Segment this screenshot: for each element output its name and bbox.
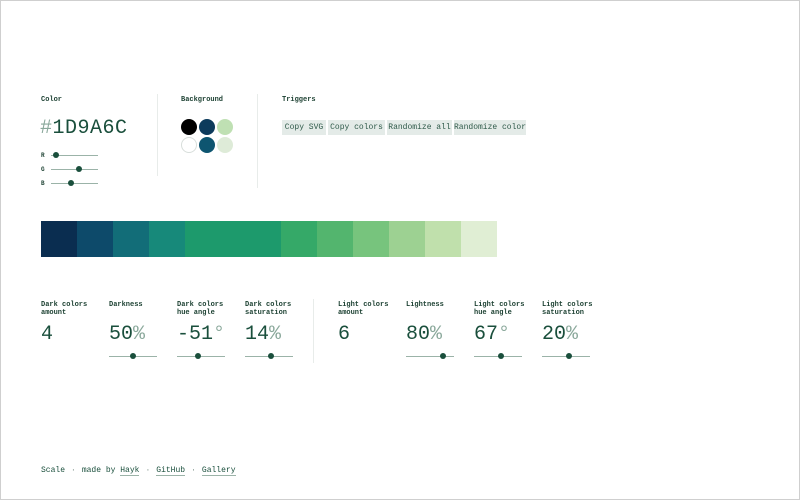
footer-separator: · (191, 466, 196, 475)
scale-swatch (149, 221, 185, 257)
scale-swatch (77, 221, 113, 257)
footer-separator: · (145, 466, 151, 475)
dark-saturation-number: 14 (245, 323, 270, 346)
r-slider-knob[interactable] (52, 152, 59, 158)
light-hue-unit: ° (498, 323, 511, 346)
light-amount-label: Light colors amount (338, 301, 389, 317)
light-saturation-slider-knob[interactable] (566, 353, 573, 359)
bg-swatch-teal[interactable] (199, 137, 215, 153)
b-label: B (41, 180, 45, 187)
light-saturation-label: Light colors saturation (542, 301, 593, 317)
copy-svg-button[interactable]: Copy SVG (282, 120, 326, 135)
footer-app-name: Scale (41, 466, 66, 475)
triggers-label: Triggers (282, 96, 316, 104)
light-hue-number: 67 (474, 323, 499, 346)
footer: Scale · made by Hayk · GitHub · Gallery (41, 466, 236, 476)
darkness-number: 50 (109, 323, 134, 346)
scale-swatch (281, 221, 317, 257)
scale-swatch (41, 221, 77, 257)
divider (313, 299, 314, 363)
dark-saturation-slider[interactable] (245, 353, 293, 359)
author-link[interactable]: Hayk (120, 466, 140, 476)
dark-amount-value[interactable]: 4 (41, 323, 53, 346)
dark-amount-label: Dark colors amount (41, 301, 88, 317)
bg-swatch-black[interactable] (181, 119, 197, 135)
footer-made-by: made by (81, 466, 116, 475)
scale-swatch-base (233, 221, 281, 257)
light-hue-slider-knob[interactable] (498, 353, 505, 359)
bg-swatch-white[interactable] (181, 137, 197, 153)
divider (157, 94, 158, 176)
darkness-slider[interactable] (109, 353, 157, 359)
hex-hash: # (40, 117, 53, 140)
darkness-value[interactable]: 50% (109, 323, 145, 346)
github-link[interactable]: GitHub (156, 466, 186, 476)
hex-code: 1D9A6C (52, 117, 128, 140)
g-slider-knob[interactable] (76, 166, 83, 172)
background-label: Background (181, 96, 224, 104)
scale-swatch (317, 221, 353, 257)
bg-swatch-dark-navy[interactable] (199, 119, 215, 135)
light-saturation-number: 20 (542, 323, 567, 346)
r-slider[interactable] (51, 152, 98, 158)
g-slider[interactable] (51, 166, 98, 172)
copy-colors-button[interactable]: Copy colors (328, 120, 385, 135)
divider (257, 94, 258, 188)
light-hue-label: Light colors hue angle (474, 301, 525, 317)
darkness-label: Darkness (109, 301, 143, 309)
randomize-all-button[interactable]: Randomize all (387, 120, 452, 135)
light-saturation-slider[interactable] (542, 353, 590, 359)
dark-saturation-value[interactable]: 14% (245, 323, 281, 346)
bg-swatch-pale-green[interactable] (217, 137, 233, 153)
bg-swatch-light-green[interactable] (217, 119, 233, 135)
hex-value[interactable]: #1D9A6C (40, 117, 128, 140)
scale-swatch (113, 221, 149, 257)
scale-swatch (461, 221, 497, 257)
light-hue-value[interactable]: 67° (474, 323, 510, 346)
color-label: Color (41, 96, 63, 104)
lightness-unit: % (430, 323, 443, 346)
dark-hue-slider-knob[interactable] (194, 353, 201, 359)
darkness-unit: % (133, 323, 146, 346)
lightness-value[interactable]: 80% (406, 323, 442, 346)
scale-swatch (353, 221, 389, 257)
dark-saturation-label: Dark colors saturation (245, 301, 292, 317)
scale-swatch-base (185, 221, 233, 257)
g-label: G (41, 166, 45, 173)
dark-hue-unit: ° (213, 323, 226, 346)
dark-hue-label: Dark colors hue angle (177, 301, 224, 317)
r-label: R (41, 152, 45, 159)
footer-separator: · (71, 466, 76, 475)
light-amount-value[interactable]: 6 (338, 323, 350, 346)
scale-swatch (389, 221, 425, 257)
randomize-color-button[interactable]: Randomize color (454, 120, 526, 135)
b-slider[interactable] (51, 180, 98, 186)
light-saturation-unit: % (566, 323, 579, 346)
dark-saturation-slider-knob[interactable] (268, 353, 275, 359)
light-saturation-value[interactable]: 20% (542, 323, 578, 346)
light-hue-slider[interactable] (474, 353, 522, 359)
dark-hue-slider[interactable] (177, 353, 225, 359)
dark-saturation-unit: % (269, 323, 282, 346)
lightness-number: 80 (406, 323, 431, 346)
lightness-slider[interactable] (406, 353, 454, 359)
dark-hue-value[interactable]: -51° (177, 323, 225, 346)
lightness-slider-knob[interactable] (439, 353, 446, 359)
b-slider-knob[interactable] (67, 180, 74, 186)
dark-hue-number: -51 (177, 323, 214, 346)
dark-amount-number: 4 (41, 323, 54, 346)
gallery-link[interactable]: Gallery (201, 466, 236, 476)
scale-swatch (425, 221, 461, 257)
light-amount-number: 6 (338, 323, 351, 346)
lightness-label: Lightness (406, 301, 444, 309)
darkness-slider-knob[interactable] (130, 353, 136, 359)
